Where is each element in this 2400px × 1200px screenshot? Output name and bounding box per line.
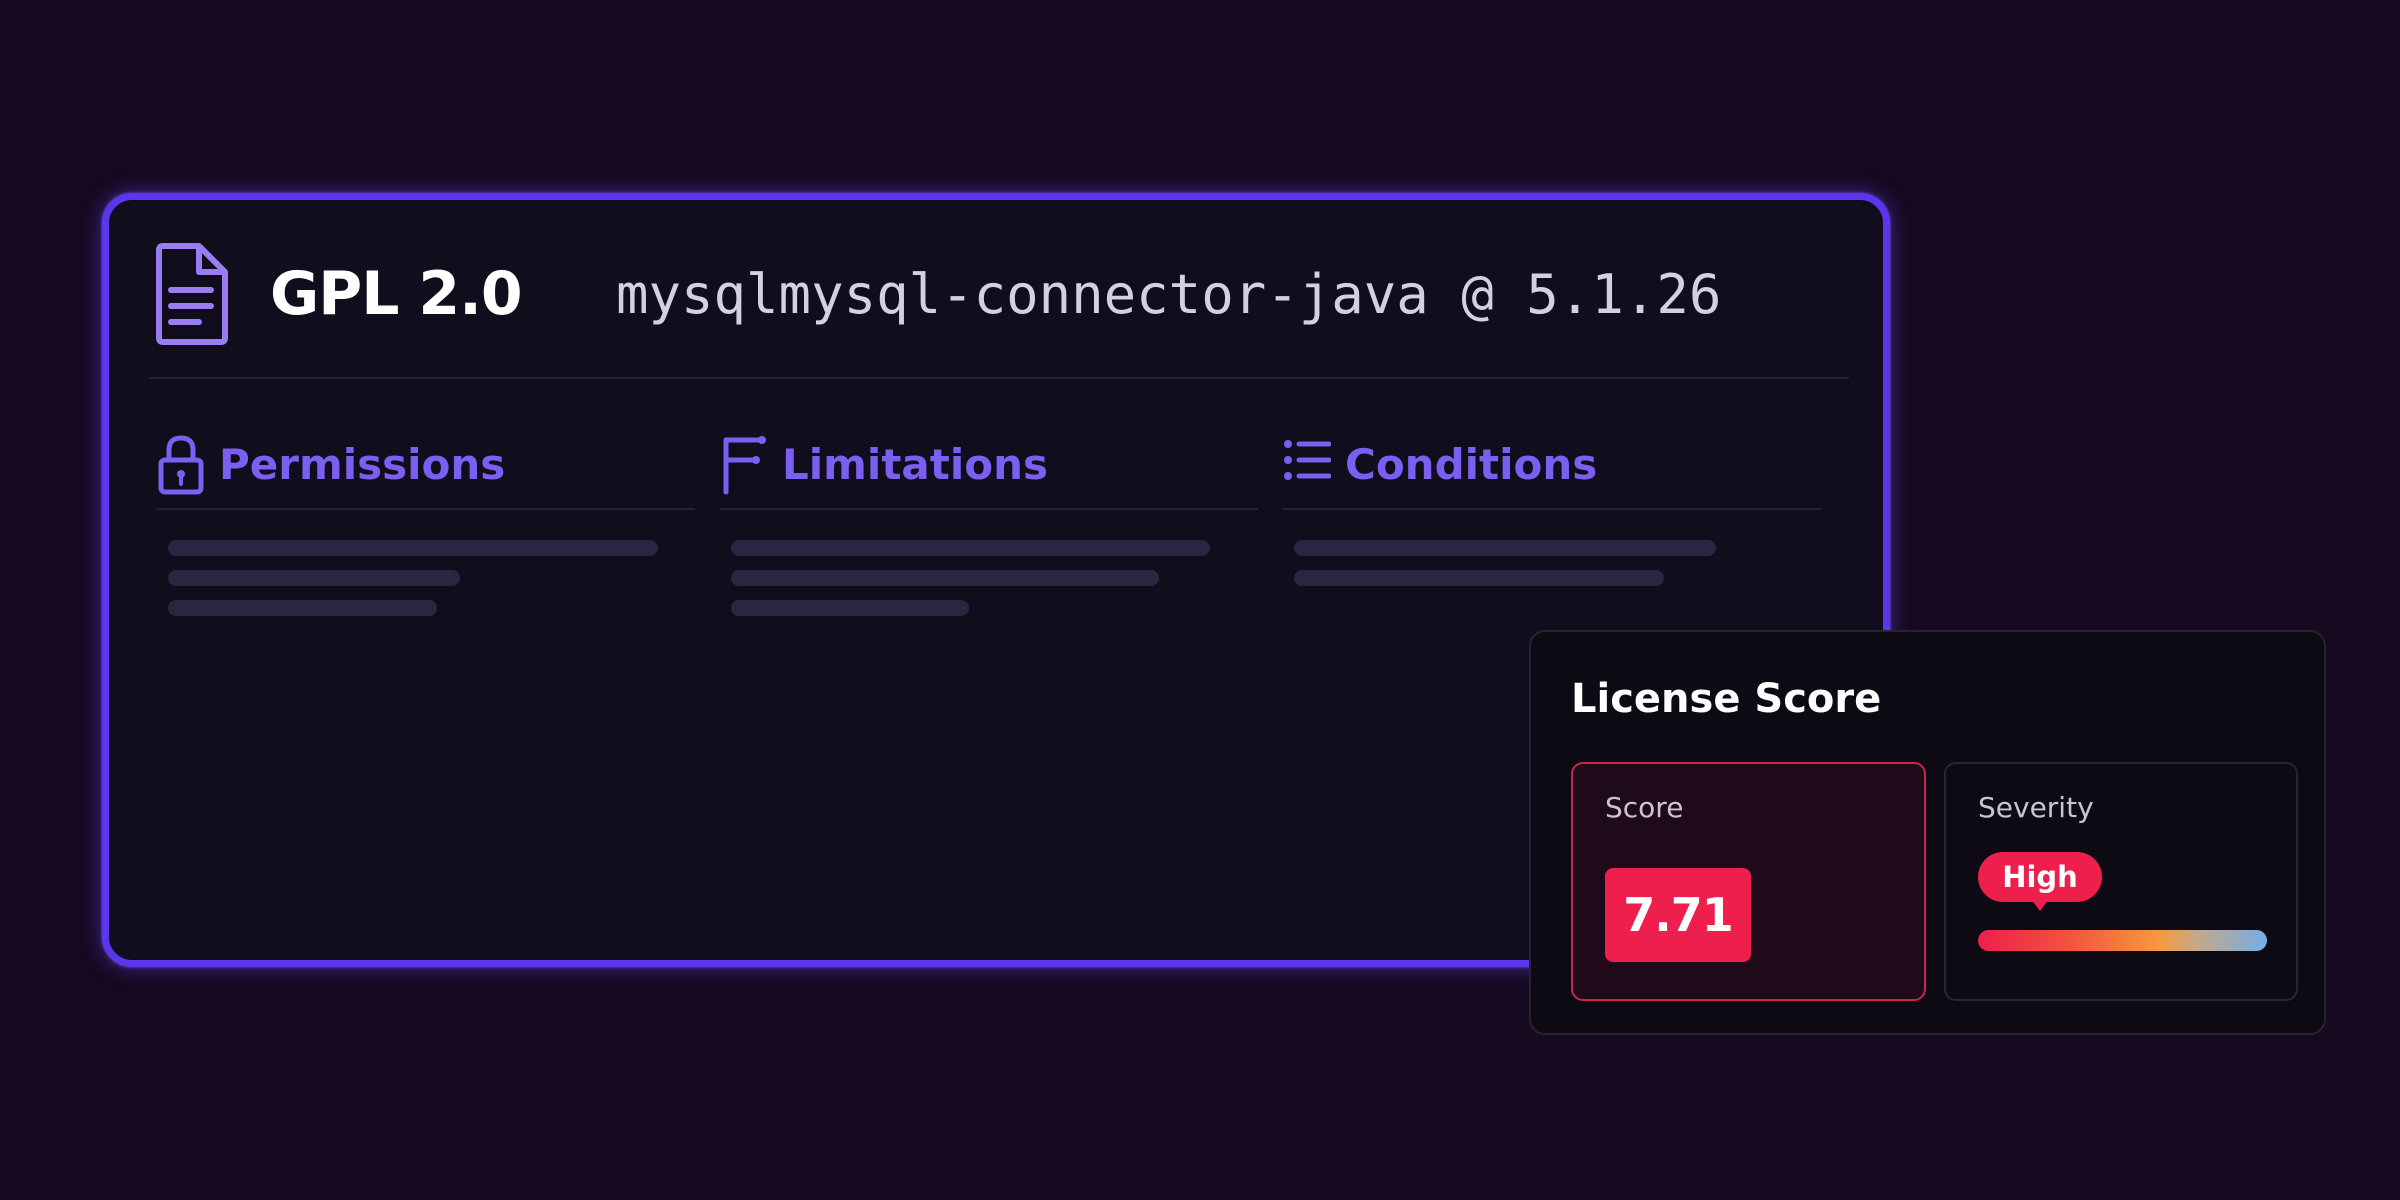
skeleton-line — [731, 600, 969, 616]
limitations-header: Limitations — [720, 434, 1258, 504]
list-icon — [1284, 440, 1331, 480]
limitations-section: Limitations — [720, 434, 1258, 634]
permissions-content-placeholder — [168, 540, 658, 630]
severity-badge: High — [1978, 852, 2102, 911]
document-icon — [156, 243, 228, 345]
conditions-title: Conditions — [1345, 440, 1598, 489]
license-name: GPL 2.0 — [270, 259, 523, 329]
severity-gradient-bar — [1978, 930, 2267, 951]
score-value: 7.71 — [1605, 868, 1751, 962]
severity-card: Severity High — [1944, 762, 2298, 1001]
skeleton-line — [168, 570, 460, 586]
limitations-divider — [720, 508, 1258, 510]
conditions-header: Conditions — [1283, 434, 1821, 504]
score-card: Score 7.71 — [1571, 762, 1926, 1001]
conditions-section: Conditions — [1283, 434, 1821, 634]
conditions-content-placeholder — [1294, 540, 1716, 600]
permissions-section: Permissions — [157, 434, 695, 634]
skeleton-line — [731, 540, 1210, 556]
severity-label: Severity — [1978, 791, 2094, 824]
permissions-header: Permissions — [157, 434, 695, 504]
skeleton-line — [168, 600, 437, 616]
license-score-title: License Score — [1571, 676, 1882, 722]
skeleton-line — [1294, 570, 1664, 586]
skeleton-line — [1294, 540, 1716, 556]
license-score-panel: License Score Score 7.71 Severity High — [1529, 630, 2326, 1035]
license-header: GPL 2.0 mysqlmysql-connector-java @ 5.1.… — [155, 242, 1837, 366]
limitations-icon — [723, 436, 766, 495]
header-divider — [149, 377, 1849, 379]
skeleton-line — [168, 540, 658, 556]
score-label: Score — [1605, 791, 1684, 824]
permissions-title: Permissions — [219, 440, 506, 489]
limitations-title: Limitations — [782, 440, 1048, 489]
conditions-divider — [1283, 508, 1821, 510]
package-identifier: mysqlmysql-connector-java @ 5.1.26 — [616, 263, 1722, 326]
skeleton-line — [731, 570, 1159, 586]
lock-icon — [158, 435, 204, 495]
permissions-divider — [157, 508, 695, 510]
limitations-content-placeholder — [731, 540, 1210, 630]
